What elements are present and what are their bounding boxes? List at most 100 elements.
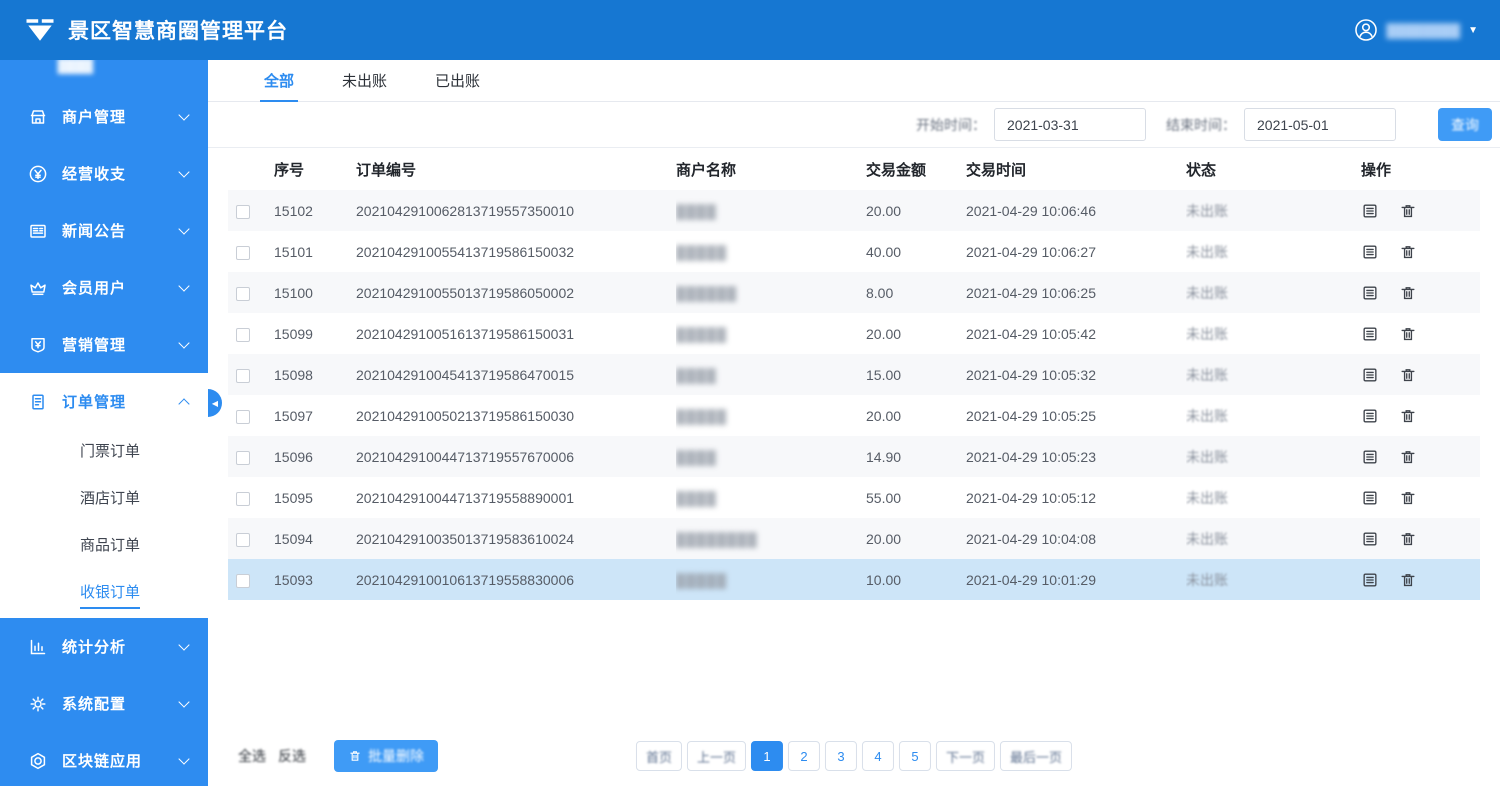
tab-2[interactable]: 已出账 <box>419 60 496 101</box>
sidebar-item-8[interactable]: 区块链应用 <box>0 732 208 786</box>
sidebar-subitem-2[interactable]: 商品订单 <box>0 524 208 571</box>
row-checkbox[interactable] <box>236 533 250 547</box>
table-row-15102[interactable]: 15102 2021042910062813719557350010 ████ … <box>228 190 1480 231</box>
detail-icon[interactable] <box>1361 448 1379 466</box>
page-number-3[interactable]: 3 <box>825 741 857 771</box>
select-all-link[interactable]: 全选 <box>238 746 266 766</box>
cell-time: 2021-04-29 10:04:08 <box>966 518 1186 559</box>
table-row-15099[interactable]: 15099 2021042910051613719586150031 █████… <box>228 313 1480 354</box>
cell-time: 2021-04-29 10:05:12 <box>966 477 1186 518</box>
trash-icon[interactable] <box>1399 448 1417 466</box>
detail-icon[interactable] <box>1361 202 1379 220</box>
sidebar-item-3[interactable]: 会员用户 <box>0 259 208 316</box>
batch-delete-label: 批量删除 <box>368 746 424 766</box>
cell-status: 未出账 <box>1186 367 1228 383</box>
row-checkbox[interactable] <box>236 287 250 301</box>
sidebar-item-6[interactable]: 统计分析 <box>0 618 208 675</box>
row-checkbox[interactable] <box>236 451 250 465</box>
cell-order-no: 2021042910035013719583610024 <box>356 518 676 559</box>
table-row-15093[interactable]: 15093 2021042910010613719558830006 █████… <box>228 559 1480 600</box>
row-checkbox[interactable] <box>236 369 250 383</box>
cell-amount: 20.00 <box>866 190 966 231</box>
trash-icon[interactable] <box>1399 325 1417 343</box>
detail-icon[interactable] <box>1361 489 1379 507</box>
row-checkbox[interactable] <box>236 410 250 424</box>
sidebar-subitem-1[interactable]: 酒店订单 <box>0 477 208 524</box>
table-row-15101[interactable]: 15101 2021042910055413719586150032 █████… <box>228 231 1480 272</box>
page-number-1[interactable]: 1 <box>751 741 783 771</box>
page-next-button[interactable]: 下一页 <box>936 741 995 771</box>
trash-icon[interactable] <box>1399 530 1417 548</box>
page-number-4[interactable]: 4 <box>862 741 894 771</box>
trash-icon[interactable] <box>1399 489 1417 507</box>
detail-icon[interactable] <box>1361 407 1379 425</box>
table-row-15097[interactable]: 15097 2021042910050213719586150030 █████… <box>228 395 1480 436</box>
end-date-value: 2021-05-01 <box>1257 117 1329 133</box>
tab-1[interactable]: 未出账 <box>326 60 403 101</box>
gear-icon <box>28 693 50 715</box>
row-checkbox[interactable] <box>236 205 250 219</box>
page-number-5[interactable]: 5 <box>899 741 931 771</box>
sidebar-item-label: 统计分析 <box>62 636 126 657</box>
cell-status: 未出账 <box>1186 490 1228 506</box>
page-last-button[interactable]: 最后一页 <box>1000 741 1072 771</box>
cell-amount: 55.00 <box>866 477 966 518</box>
sidebar-item-0[interactable]: 商户管理 <box>0 88 208 145</box>
main-content: 全部 未出账 已出账 开始时间： 2021-03-31 结束时间： 2021-0… <box>208 60 1500 786</box>
cell-serial: 15098 <box>274 354 356 395</box>
table-row-15094[interactable]: 15094 2021042910035013719583610024 █████… <box>228 518 1480 559</box>
cell-time: 2021-04-29 10:05:25 <box>966 395 1186 436</box>
start-date-input[interactable]: 2021-03-31 <box>994 108 1146 141</box>
invert-select-link[interactable]: 反选 <box>278 746 306 766</box>
column-header-2: 订单编号 <box>356 148 676 190</box>
trash-icon[interactable] <box>1399 243 1417 261</box>
cell-status: 未出账 <box>1186 408 1228 424</box>
trash-icon[interactable] <box>1399 571 1417 589</box>
table-body: 15102 2021042910062813719557350010 ████ … <box>228 190 1480 600</box>
brand: 景区智慧商圈管理平台 <box>22 14 288 46</box>
detail-icon[interactable] <box>1361 571 1379 589</box>
sidebar-subitem-0[interactable]: 门票订单 <box>0 430 208 477</box>
row-checkbox[interactable] <box>236 328 250 342</box>
detail-icon[interactable] <box>1361 366 1379 384</box>
trash-icon[interactable] <box>1399 284 1417 302</box>
page-prev-button[interactable]: 上一页 <box>687 741 746 771</box>
sidebar-subitem-3[interactable]: 收银订单 <box>0 571 208 618</box>
page-number-2[interactable]: 2 <box>788 741 820 771</box>
sidebar-item-7[interactable]: 系统配置 <box>0 675 208 732</box>
page-first-button[interactable]: 首页 <box>636 741 682 771</box>
table-row-15098[interactable]: 15098 2021042910045413719586470015 ████ … <box>228 354 1480 395</box>
detail-icon[interactable] <box>1361 325 1379 343</box>
table-row-15095[interactable]: 15095 2021042910044713719558890001 ████ … <box>228 477 1480 518</box>
batch-delete-button[interactable]: 批量删除 <box>334 740 438 772</box>
trash-icon[interactable] <box>1399 407 1417 425</box>
start-date-value: 2021-03-31 <box>1007 117 1079 133</box>
tab-bar: 全部 未出账 已出账 <box>208 60 1500 102</box>
cell-amount: 20.00 <box>866 313 966 354</box>
cell-order-no: 2021042910044713719557670006 <box>356 436 676 477</box>
tab-0[interactable]: 全部 <box>248 60 310 101</box>
row-checkbox[interactable] <box>236 492 250 506</box>
detail-icon[interactable] <box>1361 530 1379 548</box>
sidebar-item-2[interactable]: 新闻公告 <box>0 202 208 259</box>
trash-icon[interactable] <box>1399 202 1417 220</box>
table-row-15096[interactable]: 15096 2021042910044713719557670006 ████ … <box>228 436 1480 477</box>
chevron-down-icon <box>178 337 189 348</box>
sidebar-item-1[interactable]: 经营收支 <box>0 145 208 202</box>
marketing-icon <box>28 334 50 356</box>
sidebar-item-4[interactable]: 营销管理 <box>0 316 208 373</box>
sidebar-item-clipped[interactable]: ▇▇▇ <box>0 60 208 88</box>
tab-label: 已出账 <box>435 70 480 91</box>
query-button[interactable]: 查询 <box>1438 108 1492 141</box>
sidebar: ▇▇▇ 商户管理 经营收支 新闻公告 会员用户 营销管理 订单管理 门票订单 酒… <box>0 60 208 786</box>
sidebar-item-5[interactable]: 订单管理 <box>0 373 208 430</box>
table-row-15100[interactable]: 15100 2021042910055013719586050002 █████… <box>228 272 1480 313</box>
end-date-input[interactable]: 2021-05-01 <box>1244 108 1396 141</box>
shop-icon <box>28 106 50 128</box>
user-menu[interactable]: ████████ ▼ <box>1354 18 1478 42</box>
detail-icon[interactable] <box>1361 243 1379 261</box>
trash-icon[interactable] <box>1399 366 1417 384</box>
row-checkbox[interactable] <box>236 246 250 260</box>
detail-icon[interactable] <box>1361 284 1379 302</box>
row-checkbox[interactable] <box>236 574 250 588</box>
